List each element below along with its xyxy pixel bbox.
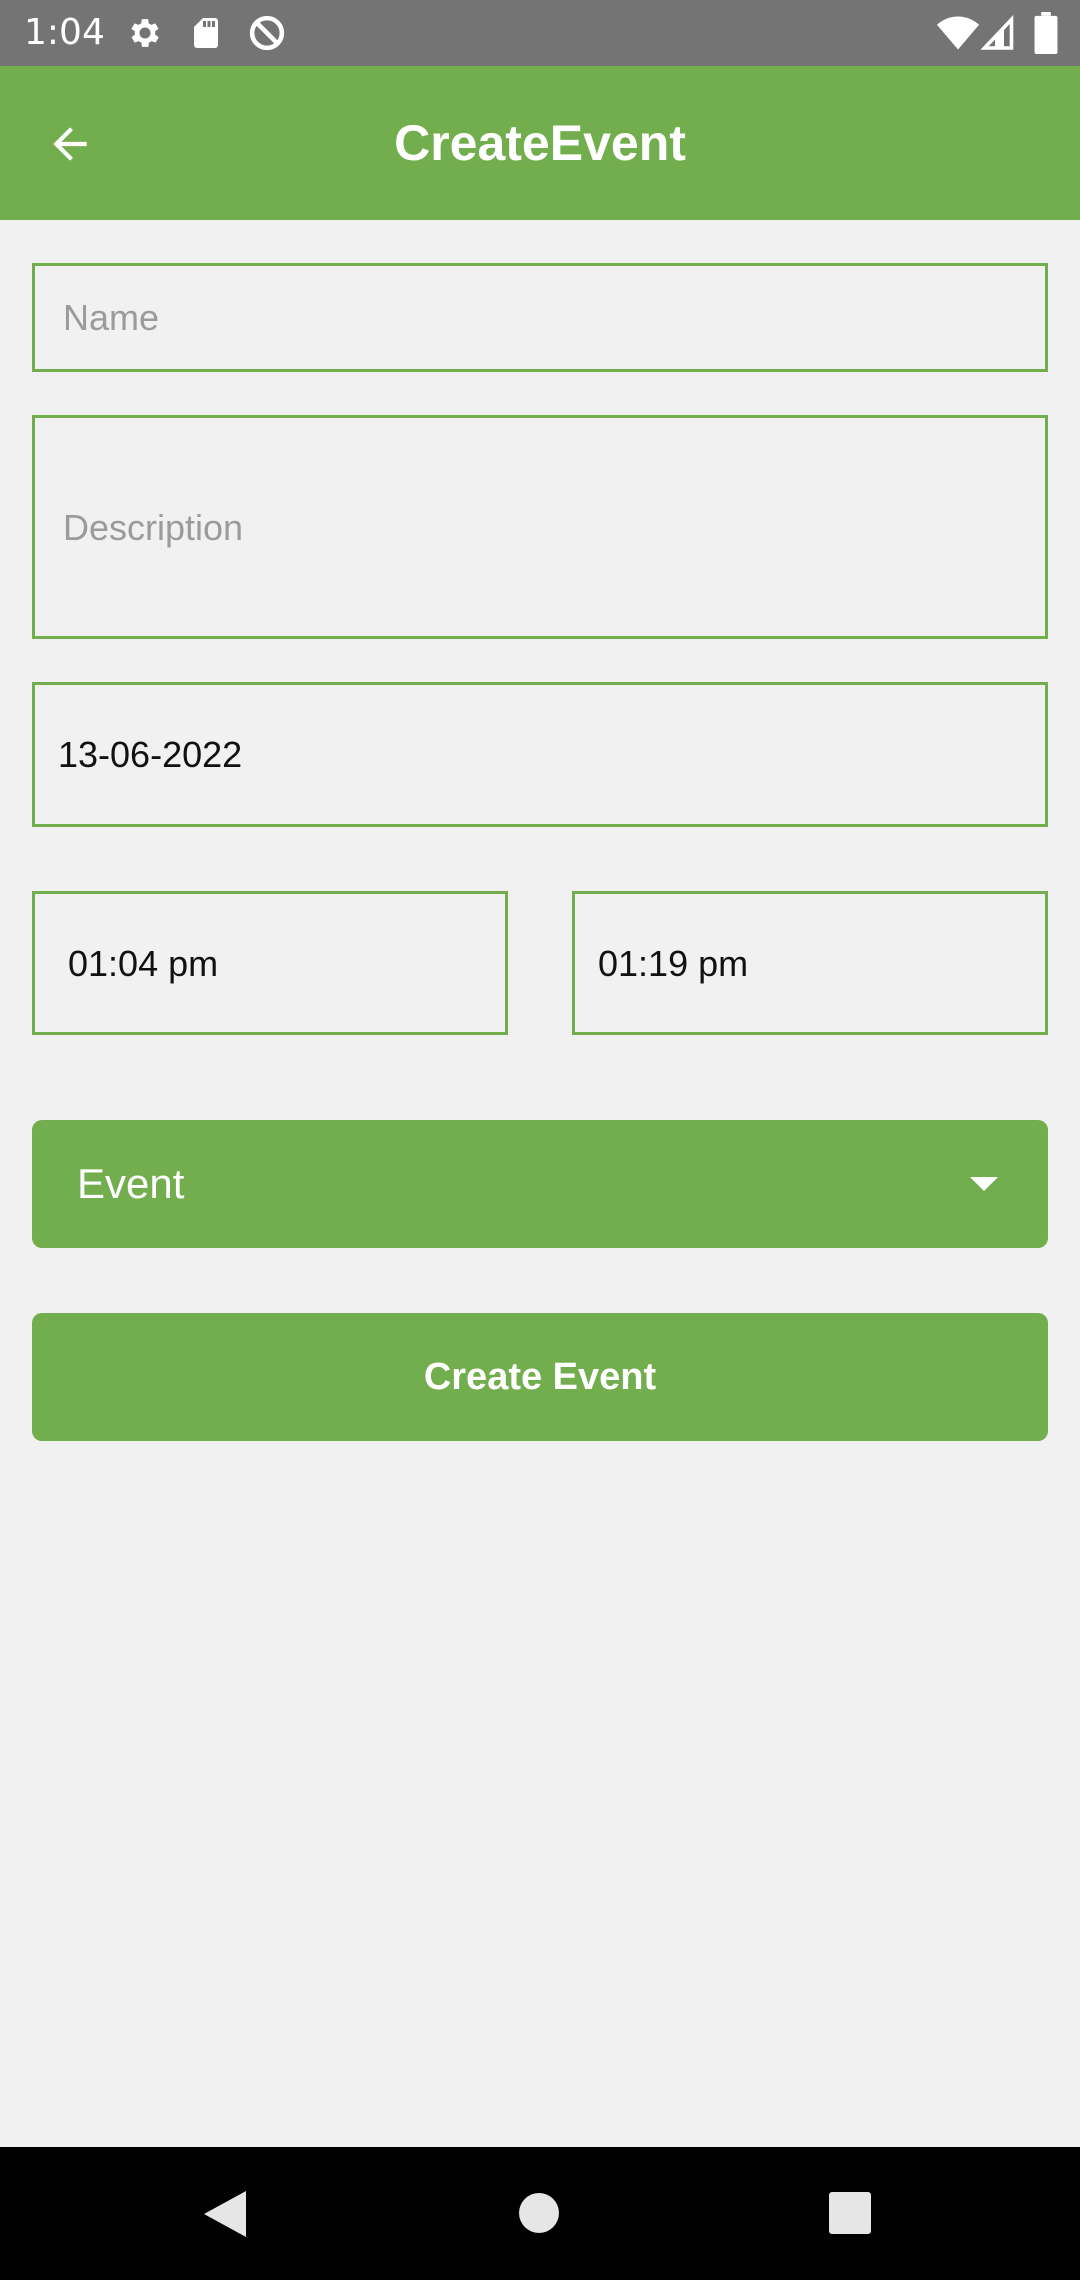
date-value: 13-06-2022 — [58, 734, 243, 775]
recents-square-icon[interactable] — [829, 2192, 871, 2239]
name-field — [32, 263, 1048, 372]
description-input[interactable] — [35, 418, 1045, 636]
app-bar: CreateEvent — [0, 66, 1080, 220]
end-time-value: 01:19 pm — [598, 943, 749, 984]
wifi-icon — [936, 14, 980, 57]
sd-card-icon — [188, 14, 224, 57]
back-triangle-icon[interactable] — [204, 2191, 246, 2242]
data-saver-icon — [246, 12, 288, 59]
create-event-button[interactable]: Create Event — [32, 1313, 1048, 1441]
start-time-value: 01:04 pm — [68, 943, 219, 984]
home-circle-icon[interactable] — [518, 2192, 560, 2239]
end-time-field[interactable]: 01:19 pm — [572, 891, 1048, 1035]
arrow-back-icon — [53, 127, 87, 161]
dropdown-arrow-icon — [970, 1177, 998, 1191]
name-input[interactable] — [35, 266, 1045, 369]
start-time-field[interactable]: 01:04 pm — [32, 891, 508, 1035]
cell-signal-icon — [980, 14, 1016, 57]
navigation-bar — [0, 2147, 1080, 2280]
description-field — [32, 415, 1048, 639]
date-field[interactable]: 13-06-2022 — [32, 682, 1048, 827]
event-type-value: Event — [77, 1160, 185, 1207]
status-time: 1:04 — [24, 12, 105, 53]
page-title: CreateEvent — [394, 115, 686, 171]
event-type-dropdown[interactable]: Event — [32, 1120, 1048, 1248]
back-button[interactable] — [28, 102, 112, 186]
settings-icon — [126, 14, 164, 57]
status-bar: 1:04 — [0, 0, 1080, 66]
battery-icon — [1034, 12, 1058, 59]
